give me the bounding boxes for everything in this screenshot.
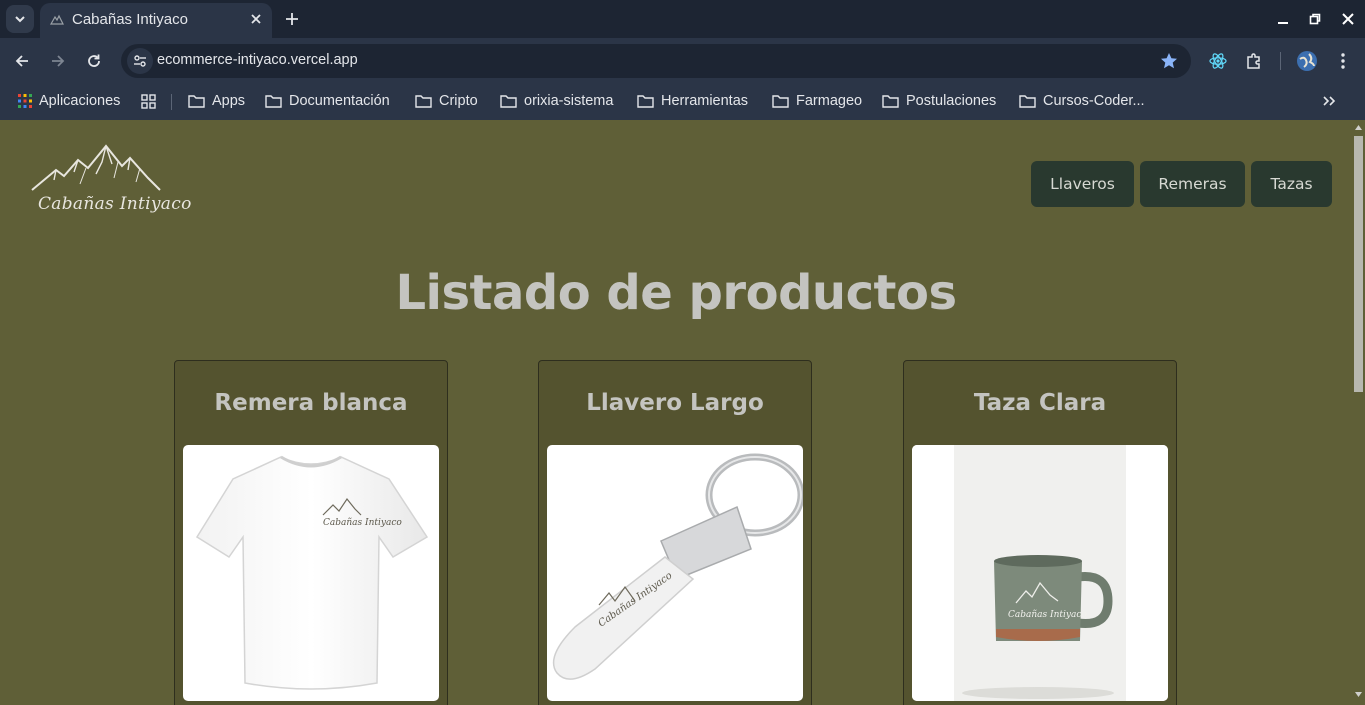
mug-image: Cabañas Intiyaco (912, 445, 1168, 701)
folder-icon (265, 95, 282, 108)
product-image-keychain[interactable]: Cabañas Intiyaco (547, 445, 803, 701)
tshirt-image: Cabañas Intiyaco (195, 455, 429, 690)
apps-grid-icon (18, 94, 32, 108)
product-title: Llavero Largo (586, 390, 764, 416)
folder-icon (1019, 95, 1036, 108)
bookmark-label: orixia-sistema (524, 93, 614, 109)
arrow-right-icon (52, 55, 65, 67)
address-bar[interactable]: ecommerce-intiyaco.vercel.app (121, 44, 1191, 78)
more-bookmarks-button[interactable] (1322, 90, 1343, 112)
nav-remeras-button[interactable]: Remeras (1140, 161, 1245, 207)
browser-toolbar: ecommerce-intiyaco.vercel.app (0, 38, 1365, 84)
site-info-button[interactable] (127, 48, 153, 74)
browser-menu-button[interactable] (1332, 50, 1354, 72)
bookmark-folder-farmageo[interactable]: Farmageo (772, 90, 862, 112)
close-tab-button[interactable] (248, 11, 264, 27)
bookmarks-bar: Aplicaciones Apps Documentación Cripto o… (0, 84, 1365, 120)
keychain-image: Cabañas Intiyaco (552, 453, 803, 680)
bookmark-folder-postulaciones[interactable]: Postulaciones (882, 90, 996, 112)
restore-button[interactable] (1306, 10, 1324, 28)
active-tab[interactable]: Cabañas Intiyaco (40, 3, 272, 38)
tshirt-logo-text: Cabañas Intiyaco (323, 518, 402, 528)
arrow-left-icon (15, 55, 28, 67)
bookmark-label: Apps (212, 93, 246, 109)
reload-button[interactable] (83, 50, 105, 72)
product-title: Taza Clara (973, 390, 1107, 416)
product-image-tshirt[interactable]: Cabañas Intiyaco (183, 445, 439, 701)
globe-avatar-icon (1297, 51, 1317, 71)
bookmark-apps-launcher[interactable]: Aplicaciones (18, 90, 120, 112)
site-logo[interactable]: Cabañas Intiyaco (30, 144, 191, 224)
close-icon (251, 14, 261, 24)
minimize-icon (1278, 22, 1288, 24)
mug-logo-text: Cabañas Intiyaco (1008, 610, 1087, 620)
product-card[interactable]: Taza Clara Cabañas Intiyaco (903, 360, 1177, 705)
bookmark-folder-herramientas[interactable]: Herramientas (637, 90, 748, 112)
minimize-button[interactable] (1274, 10, 1292, 28)
new-tab-button[interactable] (282, 9, 302, 29)
bookmark-folder-cursos-coder[interactable]: Cursos-Coder... (1019, 90, 1145, 112)
page-title: Listado de productos (395, 265, 957, 321)
folder-icon (882, 95, 899, 108)
product-image-mug[interactable]: Cabañas Intiyaco (912, 445, 1168, 701)
tab-strip: Cabañas Intiyaco (0, 0, 1365, 38)
bookmark-label: Cursos-Coder... (1043, 93, 1145, 109)
bookmark-star-icon[interactable] (1159, 51, 1179, 71)
puzzle-icon (1247, 53, 1260, 69)
bookmark-folder-orixia-sistema[interactable]: orixia-sistema (500, 90, 613, 112)
tab-groups-button[interactable] (141, 90, 163, 112)
scroll-down-arrow-icon[interactable] (1354, 690, 1363, 699)
bookmark-folder-documentacion[interactable]: Documentación (265, 90, 390, 112)
bookmark-label: Postulaciones (906, 93, 997, 109)
folder-icon (188, 95, 205, 108)
more-vertical-icon (1341, 53, 1345, 69)
tune-icon (134, 55, 146, 67)
back-button[interactable] (11, 50, 33, 72)
tab-search-button[interactable] (6, 5, 34, 33)
product-card[interactable]: Remera blanca Cabañas Intiyaco (174, 360, 448, 705)
url-text[interactable]: ecommerce-intiyaco.vercel.app (157, 52, 358, 68)
restore-icon (1309, 13, 1321, 25)
extensions-button[interactable] (1243, 50, 1265, 72)
close-window-button[interactable] (1339, 10, 1357, 28)
reload-icon (88, 54, 100, 67)
scroll-up-arrow-icon[interactable] (1354, 123, 1363, 132)
double-chevron-right-icon (1323, 96, 1336, 106)
folder-icon (637, 95, 654, 108)
product-title: Remera blanca (214, 390, 408, 416)
bookmark-label: Herramientas (661, 93, 749, 109)
page-scrollbar[interactable] (1352, 120, 1365, 705)
bookmark-label: Cripto (439, 93, 478, 109)
folder-icon (772, 95, 789, 108)
plus-icon (286, 13, 298, 25)
react-icon (1209, 53, 1227, 69)
profile-avatar[interactable] (1296, 50, 1318, 72)
bookmark-folder-cripto[interactable]: Cripto (415, 90, 478, 112)
bookmarks-divider (171, 94, 172, 110)
tab-title: Cabañas Intiyaco (72, 11, 188, 28)
forward-button[interactable] (47, 50, 69, 72)
nav-llaveros-button[interactable]: Llaveros (1031, 161, 1134, 207)
product-card[interactable]: Llavero Largo Cabañas Intiyaco (538, 360, 812, 705)
bookmark-label: Aplicaciones (39, 93, 121, 109)
site-favicon-icon (50, 14, 64, 25)
bookmark-folder-apps[interactable]: Apps (188, 90, 245, 112)
logo-text: Cabañas Intiyaco (38, 194, 192, 214)
mountains-logo-icon (31, 144, 161, 191)
bookmark-label: Farmageo (796, 93, 863, 109)
nav-tazas-button[interactable]: Tazas (1251, 161, 1332, 207)
folder-icon (415, 95, 432, 108)
scrollbar-thumb[interactable] (1354, 136, 1363, 392)
grid-icon (141, 93, 156, 109)
page-viewport: Cabañas Intiyaco Llaveros Remeras Tazas … (0, 120, 1352, 705)
react-devtools-extension[interactable] (1207, 50, 1229, 72)
bookmark-label: Documentación (289, 93, 390, 109)
toolbar-divider (1280, 52, 1281, 70)
chevron-down-icon (15, 16, 25, 23)
folder-icon (500, 95, 517, 108)
close-icon (1342, 13, 1354, 25)
